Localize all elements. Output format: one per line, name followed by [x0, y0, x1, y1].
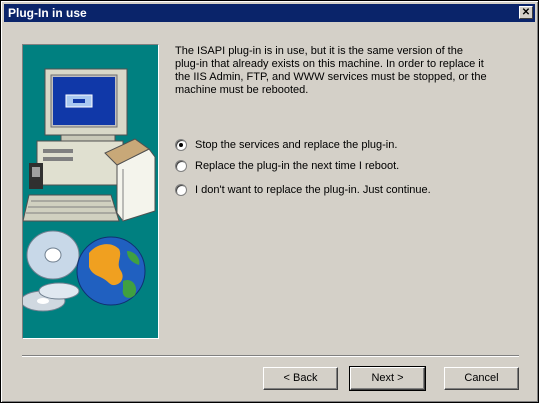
option-label[interactable]: Replace the plug-in the next time I rebo…	[195, 160, 399, 172]
globe-icon	[76, 236, 146, 306]
info-message: The ISAPI plug-in is in use, but it is t…	[175, 45, 487, 96]
cancel-button[interactable]: Cancel	[444, 367, 519, 390]
radio-button[interactable]	[175, 184, 187, 196]
computer-and-globe-illustration	[23, 68, 156, 312]
option-label[interactable]: I don't want to replace the plug-in. Jus…	[195, 184, 431, 196]
setup-illustration-panel	[22, 44, 159, 339]
title-bar[interactable]: Plug-In in use ✕	[4, 4, 535, 22]
back-button-label: < Back	[283, 372, 318, 384]
next-button[interactable]: Next >	[349, 366, 426, 391]
radio-button-selected[interactable]	[175, 139, 187, 151]
button-divider	[22, 355, 519, 357]
plugin-in-use-dialog: Plug-In in use ✕ The ISAPI plug-in is in…	[0, 0, 539, 403]
next-button-label: Next >	[371, 372, 404, 384]
option-replace-on-reboot[interactable]: Replace the plug-in the next time I rebo…	[175, 158, 399, 174]
keyboard-icon	[23, 194, 120, 222]
monitor-icon	[44, 68, 128, 142]
close-icon: ✕	[521, 7, 531, 18]
option-label[interactable]: Stop the services and replace the plug-i…	[195, 139, 397, 151]
back-button[interactable]: < Back	[263, 367, 338, 390]
radio-button[interactable]	[175, 160, 187, 172]
cd-disc-icon	[23, 230, 80, 312]
window-title: Plug-In in use	[8, 6, 87, 20]
option-dont-replace[interactable]: I don't want to replace the plug-in. Jus…	[175, 182, 431, 198]
computer-case-icon	[29, 140, 124, 189]
close-button[interactable]: ✕	[519, 6, 533, 19]
option-stop-services[interactable]: Stop the services and replace the plug-i…	[175, 137, 397, 153]
cancel-button-label: Cancel	[464, 372, 499, 384]
